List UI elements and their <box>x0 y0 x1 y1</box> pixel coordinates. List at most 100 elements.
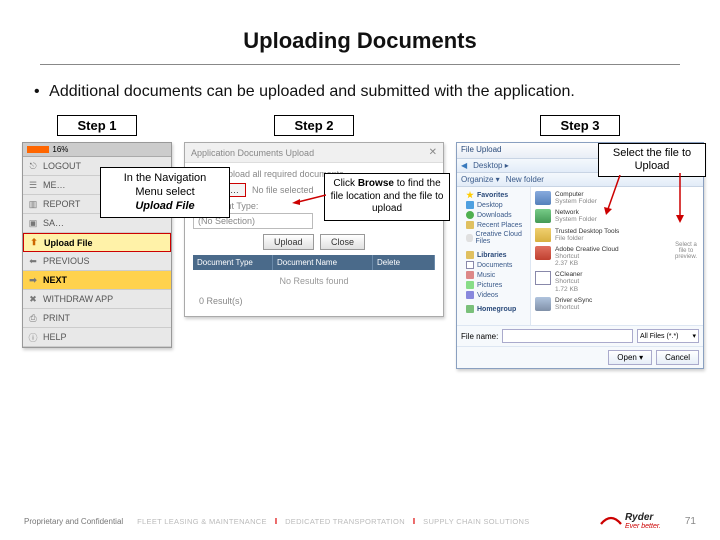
close-button[interactable]: Close <box>320 234 365 250</box>
nav-next-label: NEXT <box>43 275 67 285</box>
nav-recent[interactable]: Recent Places <box>477 222 522 229</box>
callout-step3: Select the file to Upload <box>598 143 706 177</box>
nav-upload-label: Upload File <box>44 238 93 248</box>
nav-desktop[interactable]: Desktop <box>477 202 503 209</box>
footer-service-2: DEDICATED TRANSPORTATION <box>285 517 405 526</box>
callout-step1: In the Navigation Menu select Upload Fil… <box>100 167 230 218</box>
bullet-content: Additional documents can be uploaded and… <box>49 83 575 100</box>
nav-help[interactable]: ⓘ HELP <box>23 328 171 347</box>
documents-icon <box>466 261 474 269</box>
nav-upload-file[interactable]: ⬆ Upload File <box>23 233 171 252</box>
footer-confidential: Proprietary and Confidential <box>24 517 123 526</box>
filename-input[interactable] <box>502 329 633 343</box>
next-icon: ➡ <box>27 274 39 286</box>
callout3-arrow-left-icon <box>604 175 624 215</box>
file-tdt[interactable]: Trusted Desktop ToolsFile folder <box>535 228 699 242</box>
nav-favorites[interactable]: Favorites <box>477 192 508 199</box>
bullet-dot: • <box>34 83 40 100</box>
videos-icon <box>466 291 474 299</box>
col-doc-name: Document Name <box>273 255 373 270</box>
nav-logout-label: LOGOUT <box>43 161 81 171</box>
progress-bar: 16% <box>23 143 171 157</box>
back-icon[interactable]: ◀ <box>461 161 467 170</box>
nav-next[interactable]: ➡ NEXT <box>23 271 171 290</box>
callout1-line1: In the Navigation <box>107 172 223 186</box>
nav-report-label: REPORT <box>43 199 80 209</box>
step2-label: Step 2 <box>274 115 354 136</box>
network-icon <box>535 209 551 223</box>
callout2-arrow-icon <box>292 191 326 205</box>
breadcrumb[interactable]: Desktop ▸ <box>473 161 509 170</box>
progress-text: 16% <box>52 145 68 154</box>
callout1-line2: Menu select <box>107 186 223 200</box>
footer-service-3: SUPPLY CHAIN SOLUTIONS <box>423 517 529 526</box>
callout3-line1: Select the file to <box>603 147 701 160</box>
dialog-footer: File name: All Files (*.*)▾ <box>457 325 703 346</box>
nav-libraries-group: Libraries Documents Music Pictures Video… <box>460 250 527 300</box>
nav-cloud[interactable]: Creative Cloud Files <box>476 231 527 245</box>
nav-help-label: HELP <box>43 332 67 342</box>
filetype-select[interactable]: All Files (*.*)▾ <box>637 329 699 343</box>
upload-title-bar: Application Documents Upload ✕ <box>185 143 443 163</box>
nav-withdraw[interactable]: ✖ WITHDRAW APP <box>23 290 171 309</box>
callout2-pre: Click <box>333 178 357 189</box>
title-rule <box>40 64 680 65</box>
print-icon: ⎙ <box>27 312 39 324</box>
preview-hint: Select a file to preview. <box>671 242 701 260</box>
footer: Proprietary and Confidential FLEET LEASI… <box>0 512 720 530</box>
bullet-text: • Additional documents can be uploaded a… <box>0 83 720 115</box>
adobe-icon <box>535 246 551 260</box>
footer-services: FLEET LEASING & MAINTENANCE I DEDICATED … <box>137 517 586 526</box>
help-icon: ⓘ <box>27 331 39 343</box>
nav-downloads[interactable]: Downloads <box>477 212 512 219</box>
dialog-body: Favorites Desktop Downloads Recent Place… <box>457 187 703 325</box>
withdraw-icon: ✖ <box>27 293 39 305</box>
dialog-nav-pane: Favorites Desktop Downloads Recent Place… <box>457 187 531 325</box>
chevron-down-icon: ▾ <box>692 332 696 340</box>
step1-column: Step 1 16% ⎋ LOGOUT ☰ ME… ▥ REPORT ▣ SA… <box>22 115 172 348</box>
col-doc-type: Document Type <box>193 255 273 270</box>
nav-pictures[interactable]: Pictures <box>477 282 502 289</box>
new-folder-button[interactable]: New folder <box>506 175 544 184</box>
step3-label: Step 3 <box>540 115 620 136</box>
no-results-text: No Results found <box>193 270 435 292</box>
nav-favorites-group: Favorites Desktop Downloads Recent Place… <box>460 190 527 246</box>
nav-homegroup-group: Homegroup <box>460 304 527 314</box>
callout1-line3: Upload File <box>107 200 223 214</box>
libraries-icon <box>466 251 474 259</box>
folder-file-icon <box>535 228 551 242</box>
nav-music[interactable]: Music <box>477 272 495 279</box>
music-icon <box>466 271 474 279</box>
progress-fill <box>27 146 49 153</box>
organize-button[interactable]: Organize ▾ <box>461 175 500 184</box>
open-button[interactable]: Open ▾ <box>608 350 652 365</box>
report-icon: ▥ <box>27 198 39 210</box>
logout-icon: ⎋ <box>27 160 39 172</box>
nav-previous[interactable]: ⬅ PREVIOUS <box>23 252 171 271</box>
nav-homegroup[interactable]: Homegroup <box>477 306 516 313</box>
nav-videos[interactable]: Videos <box>477 292 498 299</box>
upload-button[interactable]: Upload <box>263 234 314 250</box>
filename-label: File name: <box>461 332 498 341</box>
desktop-icon <box>466 201 474 209</box>
upload-icon: ⬆ <box>28 237 40 249</box>
file-da[interactable]: Driver eSyncShortcut <box>535 297 699 311</box>
prev-icon: ⬅ <box>27 255 39 267</box>
nav-libraries[interactable]: Libraries <box>477 252 507 259</box>
nav-documents[interactable]: Documents <box>477 262 512 269</box>
dialog-footer-buttons: Open ▾ Cancel <box>457 346 703 368</box>
callout3-arrow-right-icon <box>672 173 688 223</box>
step1-label: Step 1 <box>57 115 137 136</box>
nav-me-label: ME… <box>43 180 66 190</box>
result-count: 0 Result(s) <box>193 292 435 310</box>
page-number: 71 <box>685 516 696 527</box>
footer-sep-2: I <box>413 517 415 526</box>
close-icon[interactable]: ✕ <box>429 147 437 158</box>
file-cc[interactable]: CCleanerShortcut1.72 KB <box>535 271 699 292</box>
footer-service-1: FLEET LEASING & MAINTENANCE <box>137 517 267 526</box>
slide-title: Uploading Documents <box>0 0 720 60</box>
nav-print[interactable]: ⎙ PRINT <box>23 309 171 328</box>
ryder-brand: Ryder <box>625 512 661 523</box>
callout-step2: Click Browse to find the file location a… <box>324 173 450 221</box>
cancel-button[interactable]: Cancel <box>656 350 699 365</box>
